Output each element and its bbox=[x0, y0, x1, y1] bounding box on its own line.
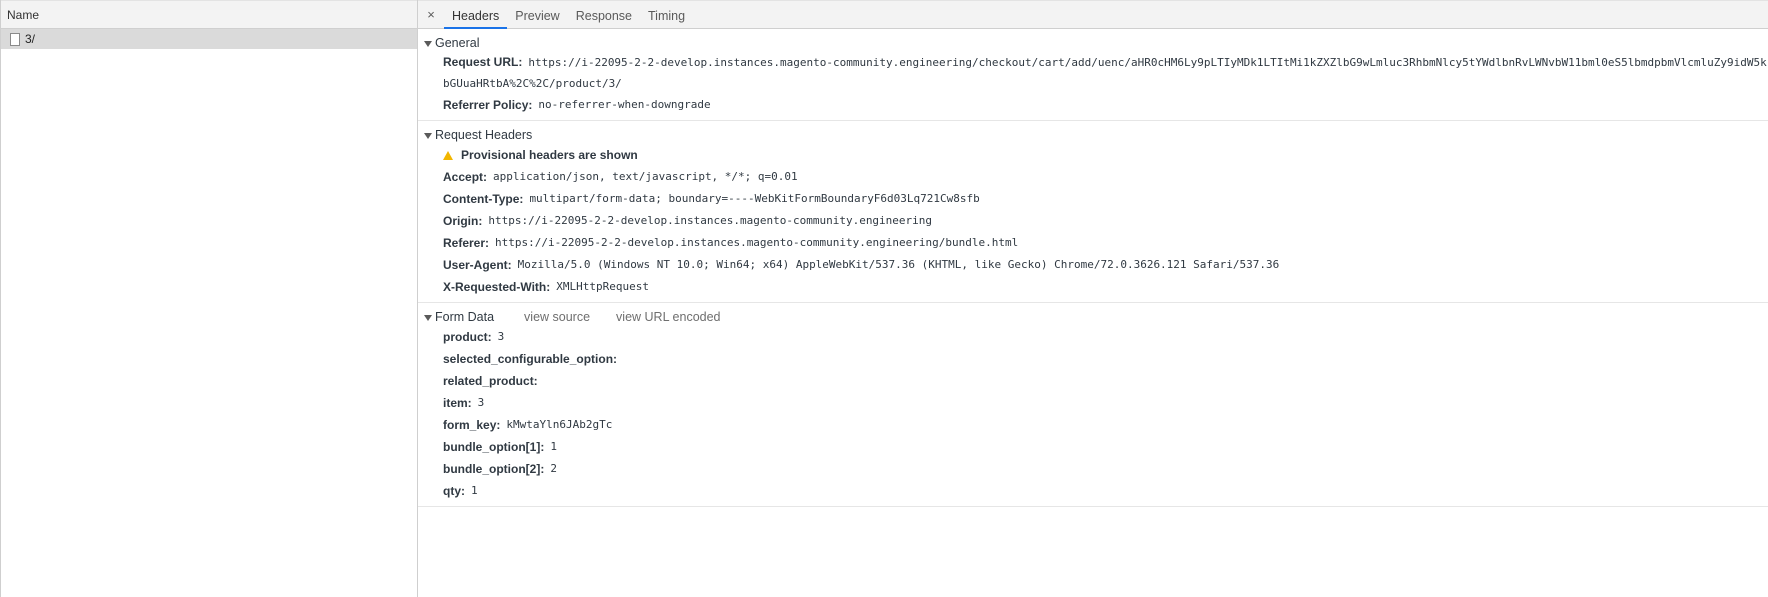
tab-headers[interactable]: Headers bbox=[444, 1, 508, 29]
header-row: product: 3 bbox=[418, 326, 1768, 348]
header-key: Content-Type: bbox=[443, 192, 524, 206]
header-row: Origin: https://i-22095-2-2-develop.insta… bbox=[418, 210, 1768, 232]
header-value: https://i-22095-2-2-develop.instances.ma… bbox=[495, 236, 1019, 249]
header-row: item: 3 bbox=[418, 392, 1768, 414]
header-key: form_key: bbox=[443, 418, 501, 432]
header-key: bundle_option[1]: bbox=[443, 440, 545, 454]
header-key: Referer: bbox=[443, 236, 490, 250]
triangle-down-icon bbox=[424, 132, 432, 139]
header-key: Request URL: bbox=[443, 55, 523, 69]
header-key: qty: bbox=[443, 484, 465, 498]
header-key: Accept: bbox=[443, 170, 488, 184]
header-row: User-Agent: Mozilla/5.0 (Windows NT 10.0;… bbox=[418, 254, 1768, 276]
section-title: Request Headers bbox=[435, 128, 533, 142]
referrer-policy-row: Referrer Policy: no-referrer-when-downgr… bbox=[418, 94, 1768, 116]
view-source-link[interactable]: view source bbox=[524, 309, 590, 326]
document-icon bbox=[10, 32, 20, 46]
header-value: multipart/form-data; boundary=----WebKit… bbox=[529, 192, 980, 205]
request-url-value: https://i-22095-2-2-develop.instances.ma… bbox=[443, 56, 1767, 90]
request-row[interactable]: 3/ bbox=[1, 29, 417, 49]
header-key: User-Agent: bbox=[443, 258, 512, 272]
general-section: General Request URL: https://i-22095-2-2-… bbox=[418, 29, 1768, 121]
header-value: XMLHttpRequest bbox=[556, 280, 649, 293]
header-row: X-Requested-With: XMLHttpRequest bbox=[418, 276, 1768, 298]
header-row: related_product: bbox=[418, 370, 1768, 392]
triangle-down-icon bbox=[424, 314, 432, 321]
view-url-encoded-link[interactable]: view URL encoded bbox=[616, 309, 720, 326]
header-key: X-Requested-With: bbox=[443, 280, 551, 294]
header-value: application/json, text/javascript, */*; … bbox=[493, 170, 798, 183]
header-key: Referrer Policy: bbox=[443, 98, 533, 112]
header-value: 1 bbox=[471, 484, 478, 497]
tab-preview[interactable]: Preview bbox=[507, 1, 567, 29]
header-key: item: bbox=[443, 396, 472, 410]
header-value: Mozilla/5.0 (Windows NT 10.0; Win64; x64… bbox=[517, 258, 1280, 271]
form-data-section: Form Data view source view URL encoded p… bbox=[418, 303, 1768, 507]
close-icon[interactable]: × bbox=[418, 7, 444, 22]
header-value: 3 bbox=[477, 396, 485, 409]
header-key: bundle_option[2]: bbox=[443, 462, 545, 476]
section-title: Form Data bbox=[435, 310, 495, 324]
header-key: selected_configurable_option: bbox=[443, 352, 618, 366]
provisional-warning: Provisional headers are shown bbox=[418, 144, 1768, 166]
header-value: 1 bbox=[550, 440, 557, 453]
header-value: no-referrer-when-downgrade bbox=[538, 98, 711, 111]
general-section-toggle[interactable]: General bbox=[418, 35, 1768, 52]
form-data-toggle[interactable]: Form Data view source view URL encoded bbox=[418, 309, 1768, 326]
request-details-panel: × Headers Preview Response Timing Genera… bbox=[418, 0, 1768, 597]
header-row: Accept: application/json, text/javascript… bbox=[418, 166, 1768, 188]
request-url-row: Request URL: https://i-22095-2-2-develop.… bbox=[418, 52, 1768, 94]
header-row: form_key: kMwtaYln6JAb2gTc bbox=[418, 414, 1768, 436]
request-headers-toggle[interactable]: Request Headers bbox=[418, 127, 1768, 144]
header-row: bundle_option[1]: 1 bbox=[418, 436, 1768, 458]
details-tabbar: × Headers Preview Response Timing bbox=[418, 0, 1768, 29]
tab-response[interactable]: Response bbox=[568, 1, 640, 29]
header-value: 3 bbox=[497, 330, 505, 343]
request-headers-section: Request Headers Provisional headers are … bbox=[418, 121, 1768, 303]
header-row: selected_configurable_option: bbox=[418, 348, 1768, 370]
header-row: Referer: https://i-22095-2-2-develop.inst… bbox=[418, 232, 1768, 254]
triangle-down-icon bbox=[424, 40, 432, 47]
header-key: related_product: bbox=[443, 374, 538, 388]
section-title: General bbox=[435, 36, 480, 50]
header-key: product: bbox=[443, 330, 492, 344]
warning-icon bbox=[443, 150, 453, 160]
header-row: qty: 1 bbox=[418, 480, 1768, 502]
request-list-panel: Name 3/ bbox=[0, 0, 418, 597]
header-key: Origin: bbox=[443, 214, 483, 228]
header-value: kMwtaYln6JAb2gTc bbox=[506, 418, 613, 431]
header-value: 2 bbox=[550, 462, 557, 475]
tab-timing[interactable]: Timing bbox=[640, 1, 693, 29]
warning-text: Provisional headers are shown bbox=[461, 148, 638, 162]
header-row: bundle_option[2]: 2 bbox=[418, 458, 1768, 480]
header-row: Content-Type: multipart/form-data; bounda… bbox=[418, 188, 1768, 210]
request-name: 3/ bbox=[25, 32, 36, 46]
header-value: https://i-22095-2-2-develop.instances.ma… bbox=[488, 214, 933, 227]
name-column-header[interactable]: Name bbox=[1, 0, 417, 29]
